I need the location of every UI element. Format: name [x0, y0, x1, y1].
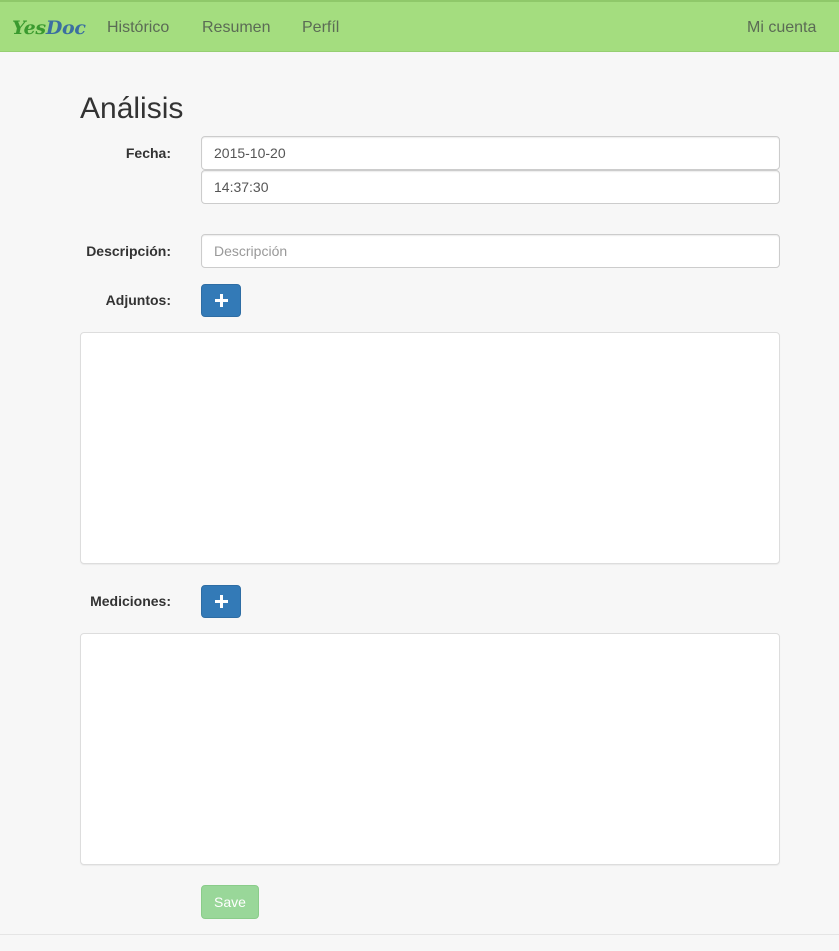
mediciones-panel [80, 633, 780, 865]
nav-historico[interactable]: Histórico [107, 19, 169, 37]
nav-mi-cuenta[interactable]: Mi cuenta [747, 19, 816, 37]
adjuntos-panel [80, 332, 780, 564]
nav-resumen[interactable]: Resumen [202, 19, 270, 37]
page-title: Análisis [80, 92, 184, 125]
brand-yes: Yes [12, 17, 46, 39]
plus-icon [215, 595, 228, 608]
brand-logo[interactable]: YesDoc [12, 17, 86, 39]
add-adjunto-button[interactable] [201, 284, 241, 317]
descripcion-label: Descripción: [86, 243, 171, 259]
save-button[interactable]: Save [201, 885, 259, 919]
footer-divider [0, 934, 839, 935]
fecha-label: Fecha: [125, 145, 171, 161]
plus-icon [215, 294, 228, 307]
navbar: YesDoc Histórico Resumen Perfíl Mi cuent… [0, 0, 839, 52]
descripcion-input[interactable] [201, 234, 780, 268]
time-input[interactable] [201, 170, 780, 204]
add-medicion-button[interactable] [201, 585, 241, 618]
brand-doc: Doc [45, 17, 86, 39]
nav-perfil[interactable]: Perfíl [302, 19, 339, 37]
date-input[interactable] [201, 136, 780, 170]
mediciones-label: Mediciones: [90, 593, 171, 609]
adjuntos-label: Adjuntos: [105, 292, 171, 308]
